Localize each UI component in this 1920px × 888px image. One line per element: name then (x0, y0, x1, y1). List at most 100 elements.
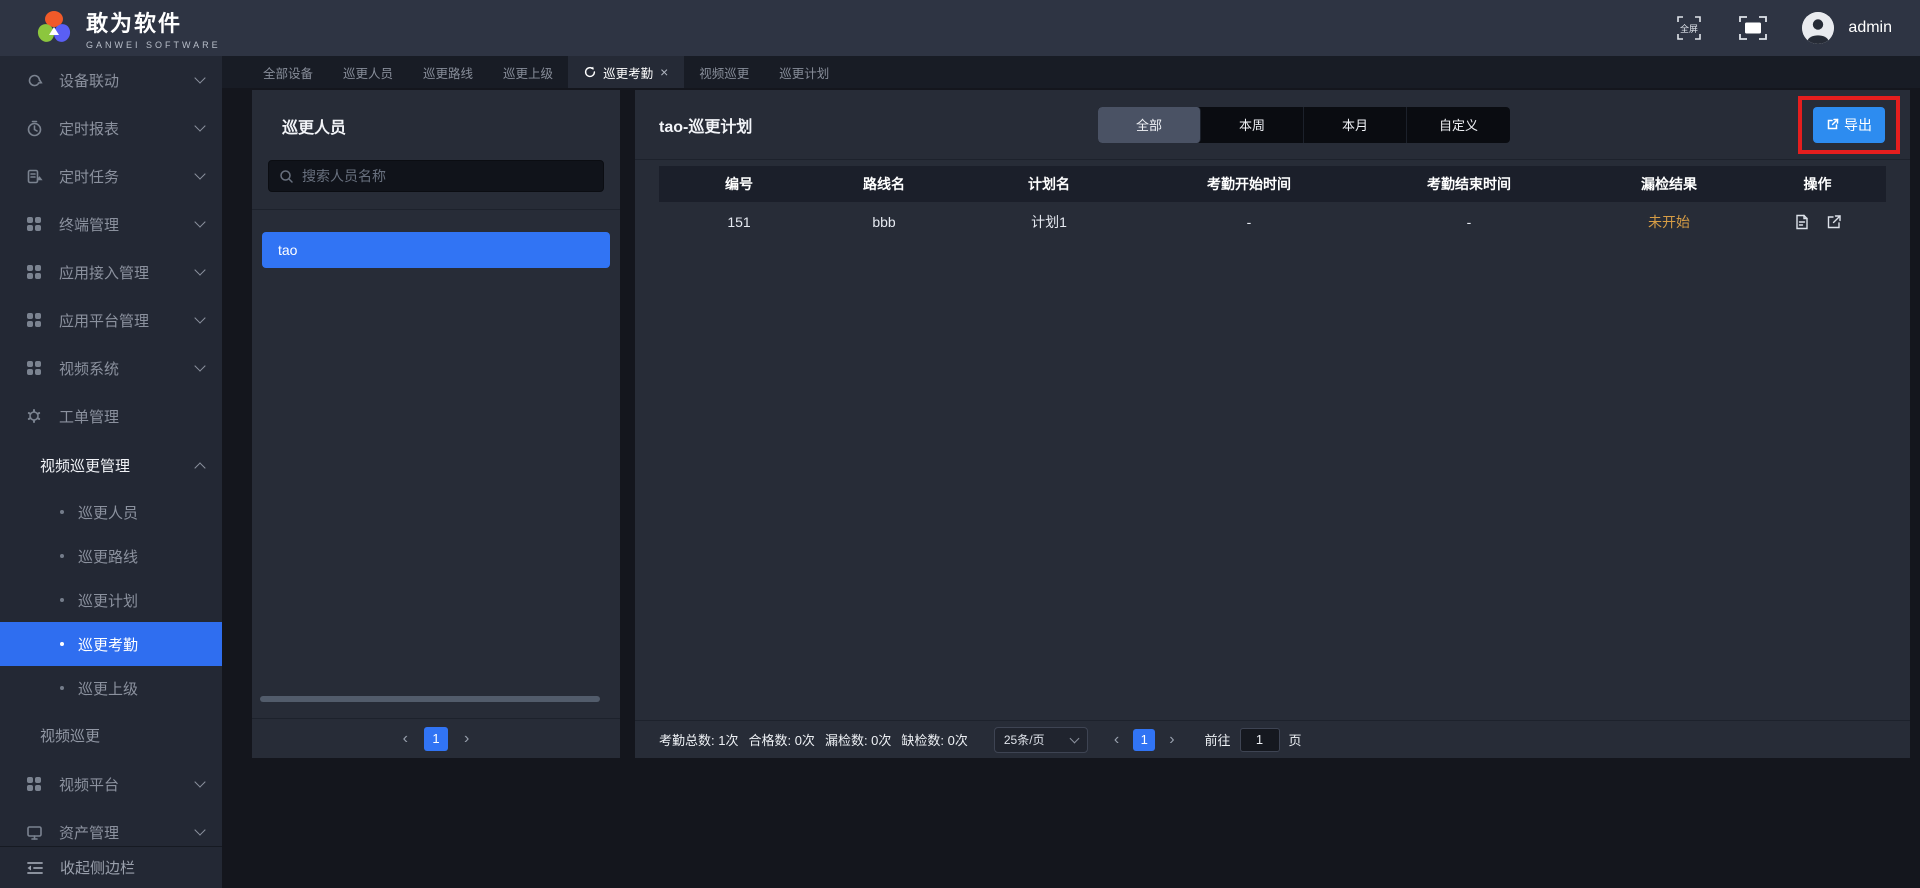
table-pagination: ‹ 1 › (1114, 729, 1175, 751)
grid-icon (26, 776, 43, 793)
link-icon (26, 72, 43, 89)
filter-this-month-button[interactable]: 本月 (1304, 107, 1407, 143)
tab-patrol-route[interactable]: 巡更路线 (408, 56, 488, 88)
sidebar-group-video-patrol-mgmt[interactable]: 视频巡更管理 (0, 440, 222, 490)
record-detail-icon[interactable] (1794, 214, 1810, 230)
cell-route: bbb (819, 202, 949, 242)
goto-page-control: 前往 页 (1205, 728, 1302, 752)
sidebar-item-patrol-superior[interactable]: 巡更上级 (0, 666, 222, 710)
date-filter-group: 全部 本周 本月 自定义 (1098, 107, 1510, 143)
sidebar-item-video-patrol[interactable]: 视频巡更 (0, 710, 222, 760)
sidebar-item-patrol-personnel[interactable]: 巡更人员 (0, 490, 222, 534)
filter-custom-button[interactable]: 自定义 (1407, 107, 1510, 143)
svg-text:全屏: 全屏 (1680, 23, 1698, 34)
brand-logo: 敢为软件 GANWEI SOFTWARE (34, 6, 221, 50)
bullet-dot-icon (60, 598, 64, 602)
bullet-dot-icon (60, 510, 64, 514)
sidebar-item-patrol-route[interactable]: 巡更路线 (0, 534, 222, 578)
sidebar-item-app-platform-mgmt[interactable]: 应用平台管理 (0, 296, 222, 344)
col-header-actions: 操作 (1749, 166, 1886, 202)
main-area: 全部设备 巡更人员 巡更路线 巡更上级 巡更考勤 × 视频巡更 巡更计划 (222, 56, 1920, 888)
sidebar-item-terminal-mgmt[interactable]: 终端管理 (0, 200, 222, 248)
cell-end-time: - (1349, 202, 1589, 242)
prev-page-button[interactable]: ‹ (1114, 732, 1119, 748)
search-input[interactable] (302, 168, 593, 184)
goto-page-input[interactable] (1240, 728, 1280, 752)
tab-all-devices[interactable]: 全部设备 (248, 56, 328, 88)
tab-patrol-attendance-active[interactable]: 巡更考勤 × (568, 56, 684, 88)
sidebar-item-device-linkage[interactable]: 设备联动 (0, 56, 222, 104)
col-header-route: 路线名 (819, 166, 949, 202)
close-tab-icon[interactable]: × (660, 65, 668, 79)
prev-page-button[interactable]: ‹ (403, 731, 408, 747)
table-header-row: 编号 路线名 计划名 考勤开始时间 考勤结束时间 漏检结果 操作 (659, 166, 1886, 202)
sidebar: 设备联动 定时报表 定时任务 (0, 56, 222, 888)
username-label[interactable]: admin (1848, 19, 1892, 37)
page-number-button[interactable]: 1 (424, 727, 448, 751)
filter-this-week-button[interactable]: 本周 (1201, 107, 1304, 143)
sidebar-item-video-system[interactable]: 视频系统 (0, 344, 222, 392)
next-page-button[interactable]: › (464, 731, 469, 747)
sidebar-item-timed-report[interactable]: 定时报表 (0, 104, 222, 152)
task-list-icon (26, 168, 43, 185)
goto-prefix-label: 前往 (1205, 730, 1231, 749)
col-header-plan: 计划名 (949, 166, 1149, 202)
bullet-dot-icon (60, 642, 64, 646)
stat-total: 考勤总数: 1次 (659, 730, 738, 749)
monitor-icon (26, 824, 43, 841)
sidebar-item-patrol-attendance[interactable]: 巡更考勤 (0, 622, 222, 666)
tab-patrol-superior[interactable]: 巡更上级 (488, 56, 568, 88)
horizontal-scrollbar[interactable] (260, 696, 600, 702)
app-window: 敢为软件 GANWEI SOFTWARE 全屏 admin (0, 0, 1920, 888)
cell-actions (1749, 214, 1886, 230)
grid-icon (26, 360, 43, 377)
fullscreen-frame-icon[interactable] (1738, 13, 1768, 43)
stat-missed: 漏检数: 0次 (825, 730, 891, 749)
page-size-select[interactable]: 25条/页 (994, 727, 1088, 753)
chevron-down-icon (194, 168, 205, 179)
sidebar-item-patrol-plan[interactable]: 巡更计划 (0, 578, 222, 622)
sidebar-item-video-platform[interactable]: 视频平台 (0, 760, 222, 808)
patrol-personnel-panel: 巡更人员 tao ‹ (252, 90, 620, 758)
brand-title: 敢为软件 (86, 6, 221, 38)
chevron-down-icon (194, 72, 205, 83)
grid-icon (26, 312, 43, 329)
col-header-start-time: 考勤开始时间 (1149, 166, 1349, 202)
chevron-down-icon (194, 824, 205, 835)
brand-subtitle: GANWEI SOFTWARE (86, 40, 221, 50)
col-header-id: 编号 (659, 166, 819, 202)
cell-start-time: - (1149, 202, 1349, 242)
grid-icon (26, 216, 43, 233)
plan-panel-header: tao-巡更计划 全部 本周 本月 自定义 (635, 90, 1910, 160)
bullet-dot-icon (60, 686, 64, 690)
sidebar-item-app-access-mgmt[interactable]: 应用接入管理 (0, 248, 222, 296)
top-header: 敢为软件 GANWEI SOFTWARE 全屏 admin (0, 0, 1920, 56)
fullscreen-text-icon[interactable]: 全屏 (1674, 13, 1704, 43)
stat-qualified: 合格数: 0次 (748, 730, 814, 749)
filter-all-button[interactable]: 全部 (1098, 107, 1201, 143)
collapse-sidebar-button[interactable]: 收起侧边栏 (0, 846, 222, 888)
chevron-down-icon (194, 120, 205, 131)
open-external-icon[interactable] (1826, 214, 1842, 230)
next-page-button[interactable]: › (1169, 732, 1174, 748)
cell-id: 151 (659, 202, 819, 242)
sidebar-item-work-order-mgmt[interactable]: 工单管理 (0, 392, 222, 440)
app-body: 设备联动 定时报表 定时任务 (0, 56, 1920, 888)
ganwei-logo-icon (34, 8, 74, 48)
refresh-icon[interactable] (584, 66, 596, 78)
col-header-miss-result: 漏检结果 (1589, 166, 1749, 202)
tab-patrol-plan[interactable]: 巡更计划 (764, 56, 844, 88)
export-button[interactable]: 导出 (1813, 107, 1885, 143)
content-area: 巡更人员 tao ‹ (222, 88, 1920, 888)
user-avatar[interactable] (1802, 12, 1834, 44)
person-list-item-tao[interactable]: tao (262, 232, 610, 268)
attendance-table: 编号 路线名 计划名 考勤开始时间 考勤结束时间 漏检结果 操作 (659, 166, 1886, 242)
export-icon (1826, 118, 1839, 131)
page-number-button[interactable]: 1 (1133, 729, 1155, 751)
chevron-down-icon (1069, 733, 1079, 743)
sidebar-item-timed-task[interactable]: 定时任务 (0, 152, 222, 200)
tab-video-patrol[interactable]: 视频巡更 (684, 56, 764, 88)
tab-bar: 全部设备 巡更人员 巡更路线 巡更上级 巡更考勤 × 视频巡更 巡更计划 (222, 56, 1920, 88)
tab-patrol-personnel[interactable]: 巡更人员 (328, 56, 408, 88)
chevron-down-icon (194, 776, 205, 787)
